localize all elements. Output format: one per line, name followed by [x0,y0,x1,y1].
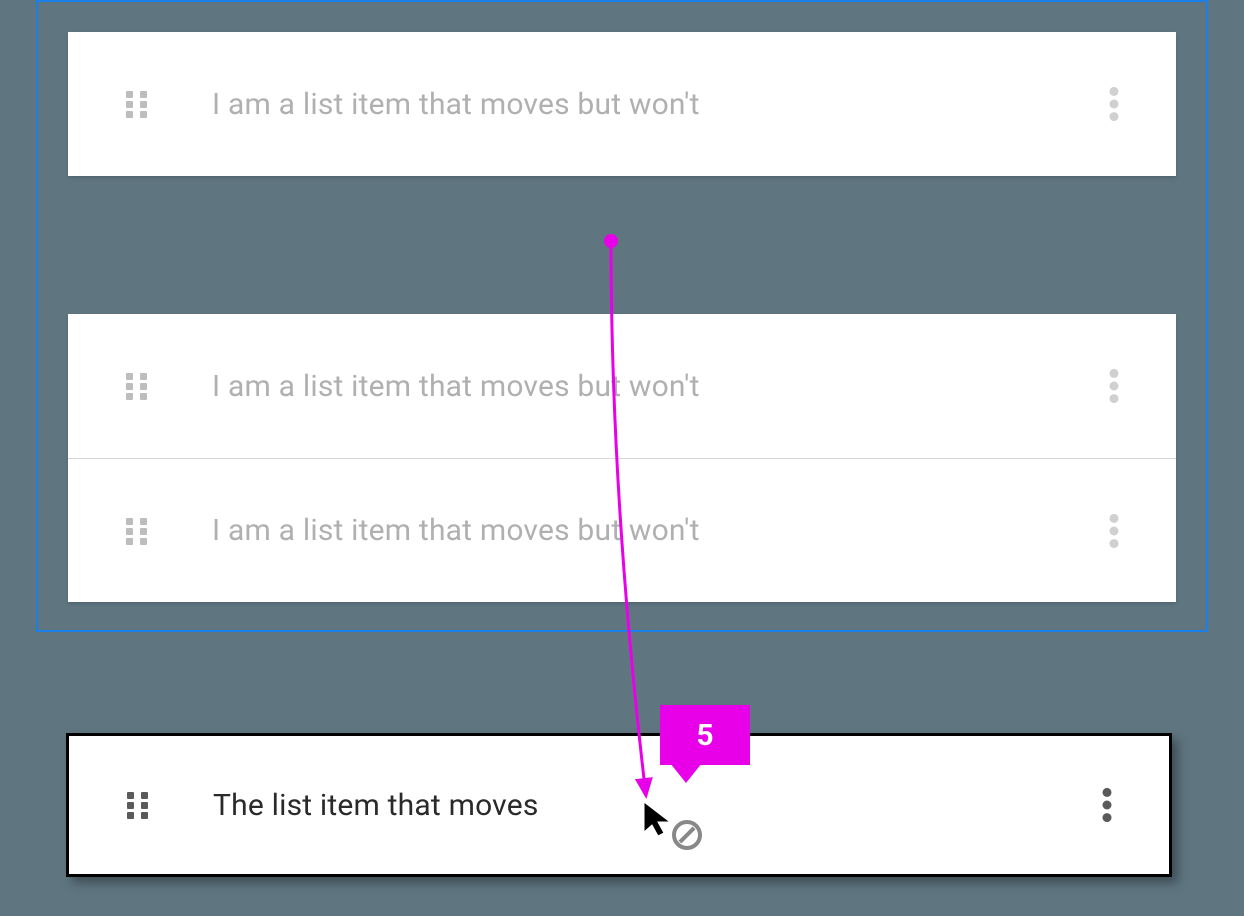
list-item-label: I am a list item that moves but won't [212,369,1108,404]
more-vertical-icon[interactable] [1108,513,1120,549]
drag-handle-icon[interactable] [125,792,151,818]
drag-handle-icon[interactable] [124,91,150,117]
list-item-label: The list item that moves [213,788,1101,823]
drag-handle-icon[interactable] [124,373,150,399]
drop-placeholder [68,176,1176,314]
more-vertical-icon[interactable] [1108,368,1120,404]
drop-zone[interactable]: I am a list item that moves but won't I … [36,0,1208,632]
list-item[interactable]: I am a list item that moves but won't [68,458,1176,602]
list-item[interactable]: I am a list item that moves but won't [68,314,1176,458]
list-group: I am a list item that moves but won't I … [68,314,1176,602]
list-item-label: I am a list item that moves but won't [212,87,1108,122]
list-item[interactable]: I am a list item that moves but won't [68,32,1176,176]
dragged-list-item[interactable]: The list item that moves [66,733,1172,877]
more-vertical-icon[interactable] [1101,787,1113,823]
drag-handle-icon[interactable] [124,518,150,544]
more-vertical-icon[interactable] [1108,86,1120,122]
list-item-label: I am a list item that moves but won't [212,513,1108,548]
